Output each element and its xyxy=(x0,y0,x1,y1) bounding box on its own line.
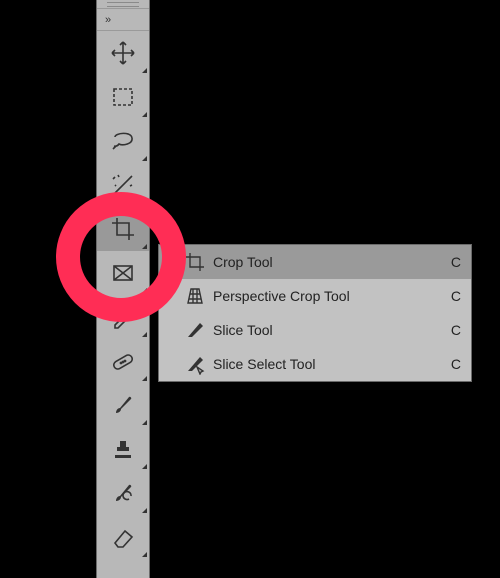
panel-drag-handle[interactable] xyxy=(97,0,149,9)
quick-selection-tool[interactable] xyxy=(97,163,149,207)
flyout-item-slice[interactable]: Slice Tool C xyxy=(159,313,471,347)
crop-icon xyxy=(181,251,209,273)
crop-tool-flyout: Crop Tool C Perspective Crop Tool C Slic… xyxy=(158,244,472,382)
flyout-label: Slice Select Tool xyxy=(209,356,443,372)
flyout-shortcut: C xyxy=(443,322,461,338)
lasso-icon xyxy=(109,127,137,155)
chevron-right-double-icon: » xyxy=(105,14,109,26)
flyout-shortcut: C xyxy=(443,288,461,304)
brush-tool[interactable] xyxy=(97,383,149,427)
eraser-icon xyxy=(109,523,137,551)
frame-icon xyxy=(109,259,137,287)
frame-tool[interactable] xyxy=(97,251,149,295)
crop-icon xyxy=(109,215,137,243)
selected-indicator xyxy=(165,259,181,265)
flyout-item-slice-select[interactable]: Slice Select Tool C xyxy=(159,347,471,381)
expand-panel-button[interactable]: » xyxy=(97,9,149,31)
flyout-label: Slice Tool xyxy=(209,322,443,338)
eyedropper-tool[interactable] xyxy=(97,295,149,339)
slice-icon xyxy=(181,319,209,341)
spot-healing-brush-tool[interactable] xyxy=(97,339,149,383)
stamp-icon xyxy=(109,435,137,463)
brush-icon xyxy=(109,391,137,419)
slice-select-icon xyxy=(181,353,209,375)
bandage-icon xyxy=(109,347,137,375)
marquee-icon xyxy=(109,83,137,111)
eyedropper-icon xyxy=(109,303,137,331)
flyout-label: Perspective Crop Tool xyxy=(209,288,443,304)
tools-panel: » xyxy=(96,0,150,578)
flyout-shortcut: C xyxy=(443,254,461,270)
eraser-tool[interactable] xyxy=(97,515,149,559)
move-icon xyxy=(109,39,137,67)
flyout-label: Crop Tool xyxy=(209,254,443,270)
clone-stamp-tool[interactable] xyxy=(97,427,149,471)
flyout-item-crop[interactable]: Crop Tool C xyxy=(159,245,471,279)
rectangular-marquee-tool[interactable] xyxy=(97,75,149,119)
crop-tool[interactable] xyxy=(97,207,149,251)
history-brush-icon xyxy=(109,479,137,507)
flyout-item-perspective-crop[interactable]: Perspective Crop Tool C xyxy=(159,279,471,313)
move-tool[interactable] xyxy=(97,31,149,75)
perspective-crop-icon xyxy=(181,285,209,307)
lasso-tool[interactable] xyxy=(97,119,149,163)
history-brush-tool[interactable] xyxy=(97,471,149,515)
flyout-shortcut: C xyxy=(443,356,461,372)
magic-wand-icon xyxy=(109,171,137,199)
